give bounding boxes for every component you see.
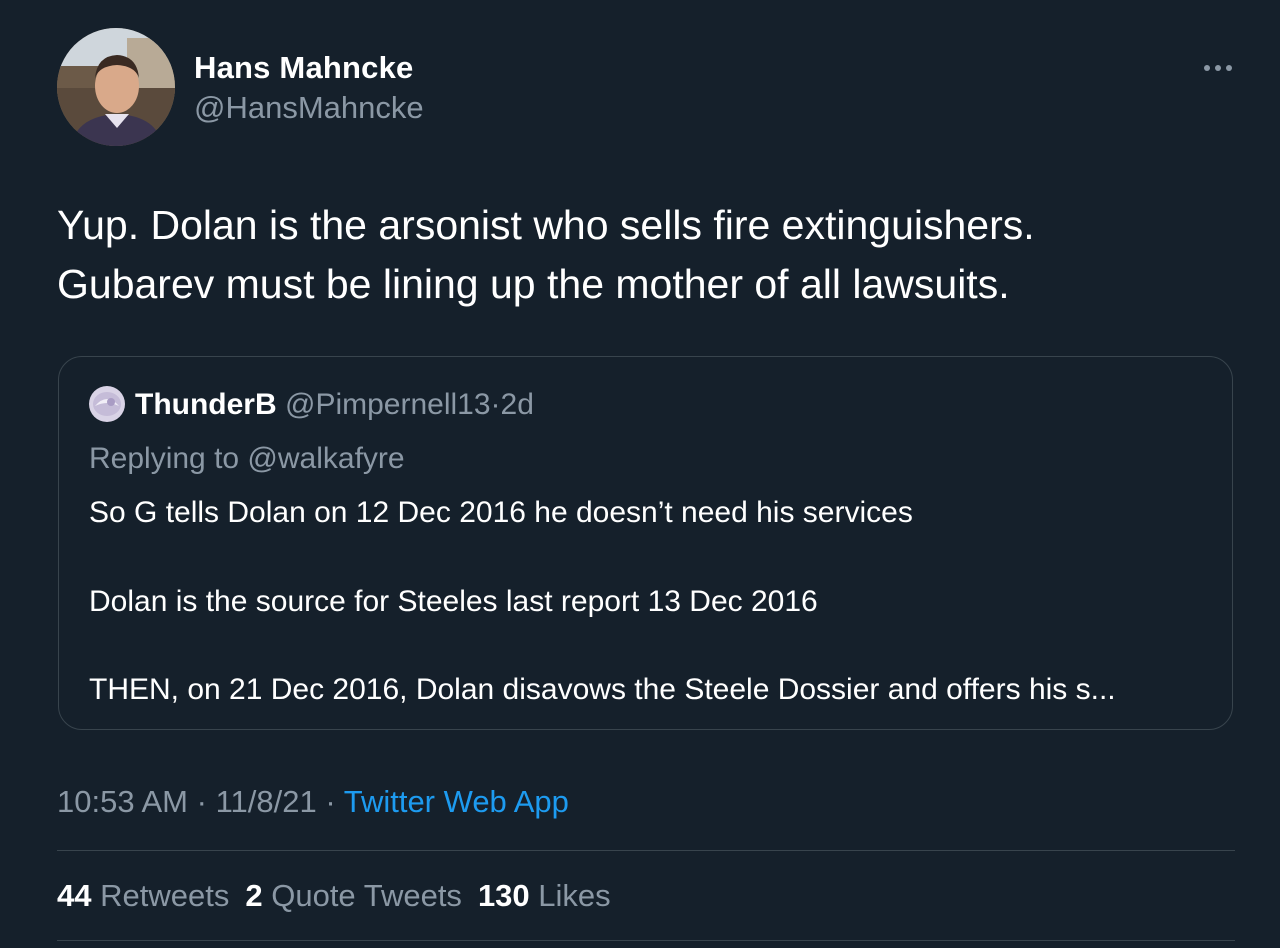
quoted-separator: · <box>490 388 501 421</box>
tweet-text-line: Yup. Dolan is the arsonist who sells fir… <box>57 202 1035 248</box>
quoted-replying-to: Replying to @walkafyre <box>89 442 405 475</box>
quoted-tweet[interactable]: ThunderB @Pimpernell13·2d Replying to @w… <box>58 356 1233 730</box>
tweet-meta: 10:53 AM · 11/8/21 · Twitter Web App <box>57 783 569 821</box>
quoted-text-line: So G tells Dolan on 12 Dec 2016 he doesn… <box>89 496 913 529</box>
quoted-author-handle: @Pimpernell13 <box>285 388 491 421</box>
meta-separator: · <box>325 784 336 819</box>
tweet-date[interactable]: 11/8/21 <box>216 784 317 819</box>
more-horizontal-icon <box>1204 65 1232 71</box>
quoted-text-line: THEN, on 21 Dec 2016, Dolan disavows the… <box>89 673 1116 706</box>
retweets-label: Retweets <box>100 878 230 913</box>
author-name[interactable]: Hans Mahncke <box>194 50 424 86</box>
author-handle[interactable]: @HansMahncke <box>194 90 424 126</box>
tweet-text-line: Gubarev must be lining up the mother of … <box>57 261 1010 307</box>
tweet: Hans Mahncke @HansMahncke Yup. Dolan is … <box>0 0 1280 948</box>
quote-tweets-stat[interactable]: 2 Quote Tweets <box>245 877 462 915</box>
divider <box>57 850 1235 851</box>
tweet-time[interactable]: 10:53 AM <box>57 784 188 819</box>
quoted-age: 2d <box>500 388 534 421</box>
author-avatar-image <box>57 28 175 146</box>
tweet-source-link[interactable]: Twitter Web App <box>344 784 569 819</box>
quote-tweets-label: Quote Tweets <box>271 878 462 913</box>
tweet-text: Yup. Dolan is the arsonist who sells fir… <box>57 196 1237 314</box>
author-avatar[interactable] <box>57 28 175 146</box>
quoted-text-line: Dolan is the source for Steeles last rep… <box>89 585 818 618</box>
quoted-header: ThunderB @Pimpernell13·2d <box>135 387 534 423</box>
quoted-author-name: ThunderB <box>135 388 277 421</box>
quoted-author-avatar-image <box>89 386 125 422</box>
divider <box>57 940 1235 941</box>
more-options-button[interactable] <box>1200 56 1236 80</box>
retweets-count: 44 <box>57 878 92 913</box>
retweets-stat[interactable]: 44 Retweets <box>57 877 229 915</box>
author-info: Hans Mahncke @HansMahncke <box>194 50 424 126</box>
quote-tweets-count: 2 <box>245 878 263 913</box>
likes-label: Likes <box>538 878 611 913</box>
meta-separator: · <box>196 784 207 819</box>
quoted-author-avatar <box>89 386 125 422</box>
likes-count: 130 <box>477 878 530 913</box>
likes-stat[interactable]: 130 Likes <box>478 877 611 915</box>
tweet-stats: 44 Retweets 2 Quote Tweets 130 Likes <box>57 877 611 915</box>
